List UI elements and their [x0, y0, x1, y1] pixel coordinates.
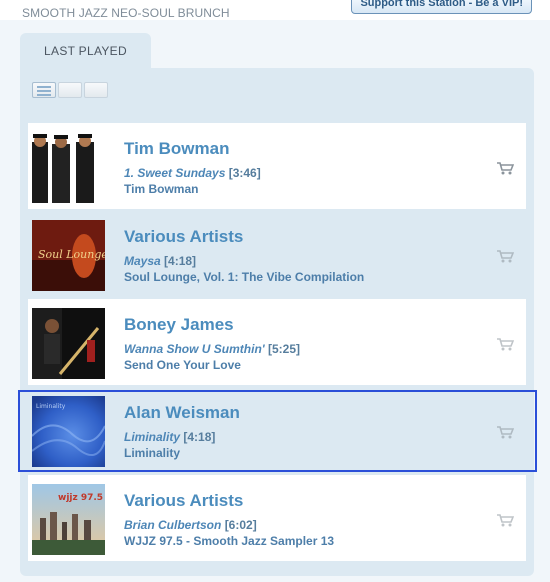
station-title: SMOOTH JAZZ NEO-SOUL BRUNCH [22, 6, 230, 20]
grid-view-button[interactable] [58, 82, 82, 98]
song-line: Wanna Show U Sumthin' [5:25] [124, 342, 300, 356]
album-title[interactable]: WJJZ 97.5 - Smooth Jazz Sampler 13 [124, 534, 334, 548]
song-duration: [4:18] [164, 254, 197, 268]
track-item[interactable]: Tim Bowman 1. Sweet Sundays [3:46] Tim B… [28, 123, 526, 209]
track-item[interactable]: wjjz 97.5 Various Artists Brian Culberts… [28, 475, 526, 561]
track-item[interactable]: Boney James Wanna Show U Sumthin' [5:25]… [28, 299, 526, 385]
shopping-cart-icon[interactable] [496, 513, 514, 527]
song-duration: [6:02] [224, 518, 257, 532]
vip-support-button[interactable]: Support this Station - Be a VIP! [351, 0, 532, 14]
album-cover-wjjz-sampler[interactable]: wjjz 97.5 [32, 484, 105, 555]
album-title[interactable]: Tim Bowman [124, 182, 198, 196]
album-title[interactable]: Soul Lounge, Vol. 1: The Vibe Compilatio… [124, 270, 364, 284]
album-title[interactable]: Send One Your Love [124, 358, 241, 372]
shopping-cart-icon[interactable] [496, 249, 514, 263]
compact-view-button[interactable] [84, 82, 108, 98]
selection-highlight [18, 390, 537, 472]
list-lines-icon [37, 86, 51, 88]
song-title[interactable]: Maysa [124, 254, 161, 268]
song-title[interactable]: 1. Sweet Sundays [124, 166, 225, 180]
album-cover-tim-bowman[interactable] [32, 132, 105, 203]
view-toggle [32, 82, 108, 98]
song-line: 1. Sweet Sundays [3:46] [124, 166, 261, 180]
artist-name[interactable]: Various Artists [124, 491, 243, 511]
tab-last-played[interactable]: LAST PLAYED [20, 33, 151, 69]
song-title[interactable]: Wanna Show U Sumthin' [124, 342, 265, 356]
song-duration: [5:25] [267, 342, 300, 356]
svg-text:wjjz 97.5: wjjz 97.5 [58, 493, 103, 503]
song-duration: [3:46] [228, 166, 261, 180]
album-cover-soul-lounge[interactable]: Soul Lounge [32, 220, 105, 291]
list-view-button[interactable] [32, 82, 56, 98]
track-item[interactable]: Soul Lounge Various Artists Maysa [4:18]… [28, 211, 526, 297]
song-title[interactable]: Brian Culbertson [124, 518, 221, 532]
svg-text:Soul Lounge: Soul Lounge [38, 248, 105, 261]
album-cover-boney-james[interactable] [32, 308, 105, 379]
shopping-cart-icon[interactable] [496, 337, 514, 351]
song-line: Maysa [4:18] [124, 254, 196, 268]
song-line: Brian Culbertson [6:02] [124, 518, 257, 532]
artist-name[interactable]: Boney James [124, 315, 234, 335]
artist-name[interactable]: Various Artists [124, 227, 243, 247]
artist-name[interactable]: Tim Bowman [124, 139, 229, 159]
shopping-cart-icon[interactable] [496, 161, 514, 175]
